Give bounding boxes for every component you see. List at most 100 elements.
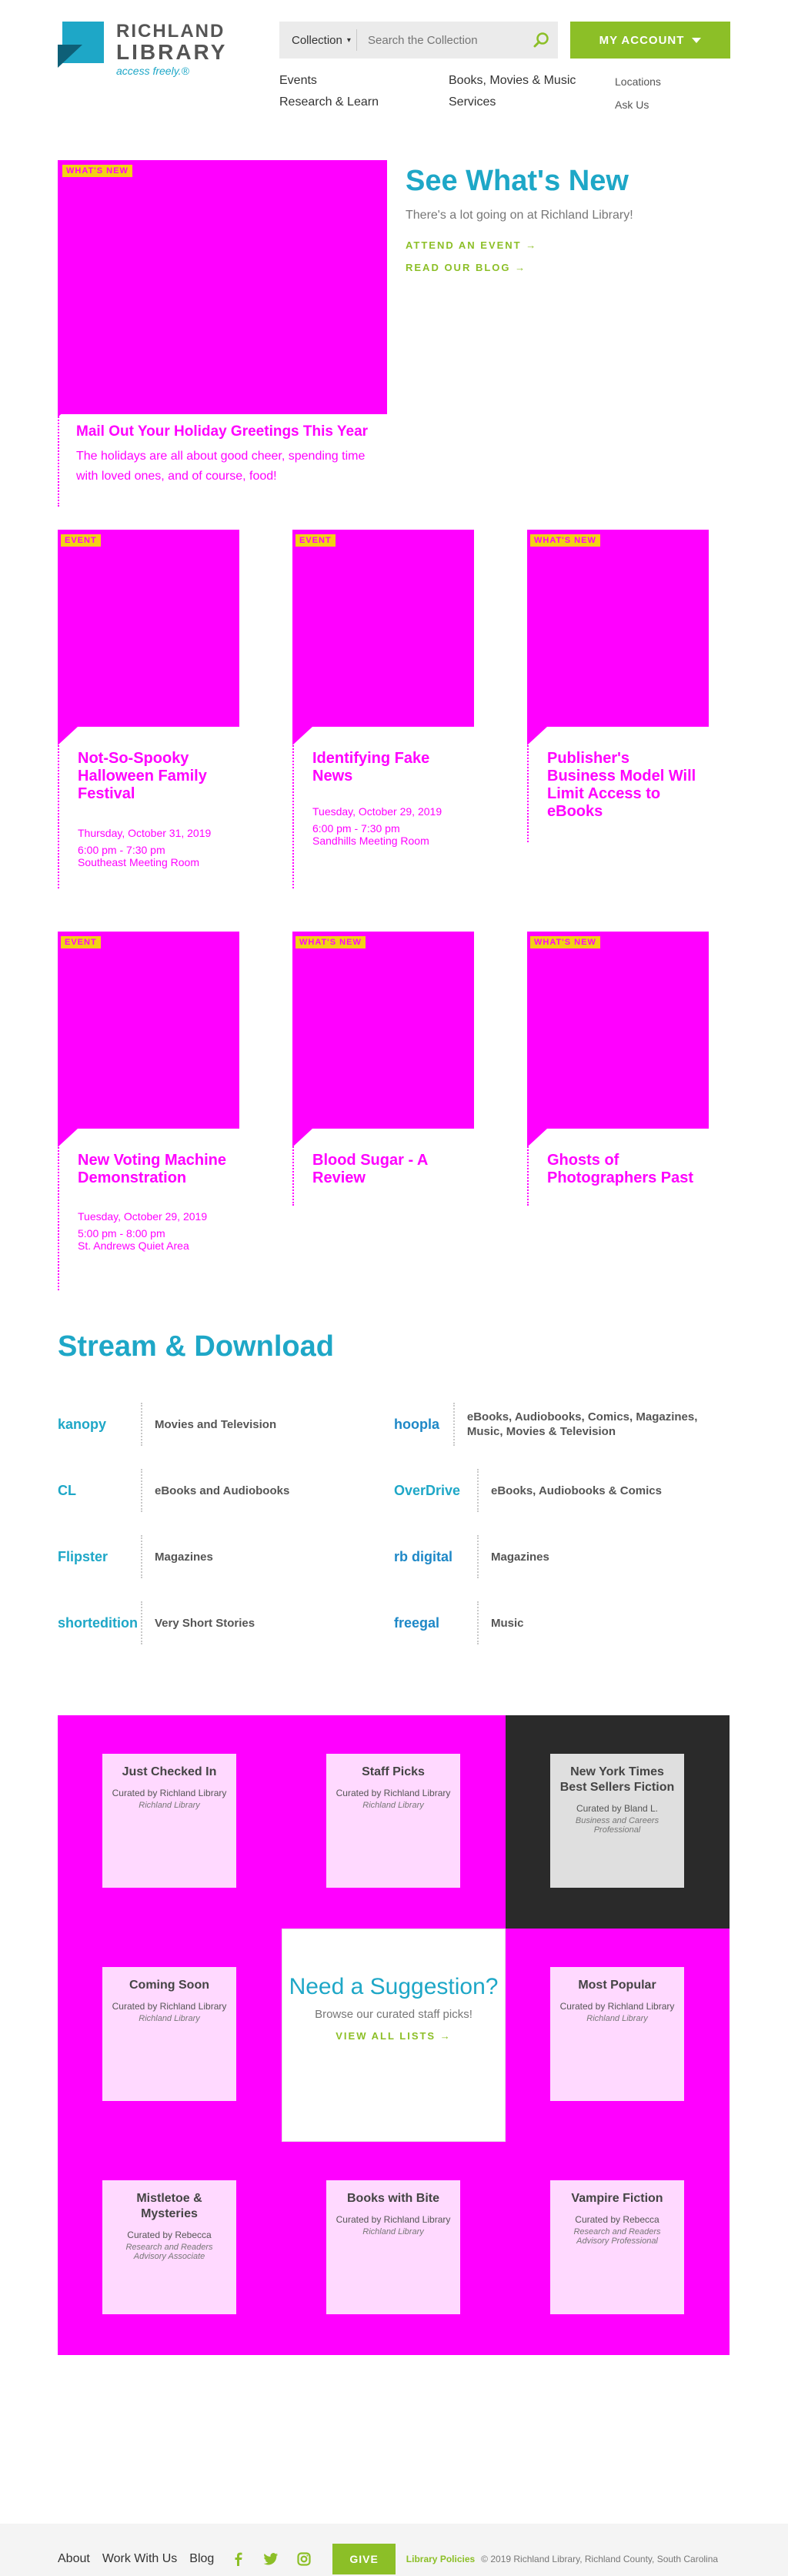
card-tag: EVENT — [61, 534, 101, 547]
chevron-down-icon: ▾ — [346, 35, 351, 45]
card-notch — [292, 1129, 312, 1147]
read-blog-link[interactable]: READ OUR BLOG → — [406, 262, 633, 273]
service-label: Movies and Television — [155, 1417, 277, 1431]
list-title: New York Times Best Sellers Fiction — [559, 1765, 675, 1794]
card-title[interactable]: New Voting Machine Demonstration — [78, 1152, 232, 1187]
instagram-icon[interactable] — [297, 2552, 311, 2566]
list-tile[interactable]: Coming Soon Curated by Richland Library Ri… — [58, 1929, 282, 2142]
news-card[interactable]: WHAT'S NEW Blood Sugar - A Review — [292, 932, 474, 1293]
card-title[interactable]: Ghosts of Photographers Past — [547, 1152, 701, 1187]
news-card[interactable]: EVENT Identifying Fake News Tuesday, Oct… — [292, 530, 474, 892]
nav-ask[interactable]: Ask Us — [615, 99, 649, 111]
card-meta: Tuesday, October 29, 2019 6:00 pm - 7:30… — [312, 805, 466, 847]
list-title: Mistletoe & Mysteries — [136, 2192, 202, 2220]
card-tag: WHAT'S NEW — [530, 936, 600, 948]
service-divider — [477, 1469, 479, 1512]
whats-new-heading: See What's New — [406, 165, 629, 197]
library-policies-link[interactable]: Library Policies — [406, 2554, 475, 2564]
card-divider — [58, 1129, 59, 1290]
card-tag: WHAT'S NEW — [530, 534, 600, 547]
nav-events[interactable]: Events — [279, 74, 317, 88]
news-card[interactable]: WHAT'S NEW Ghosts of Photographers Past — [527, 932, 709, 1293]
stream-service-2[interactable]: CL eBooks and Audiobooks — [58, 1467, 394, 1514]
list-tile[interactable]: Staff Picks Curated by Richland Library Ri… — [282, 1715, 506, 1929]
card-divider — [292, 727, 294, 888]
card-title[interactable]: Publisher's Business Model Will Limit Ac… — [547, 750, 701, 821]
card-image: EVENT — [58, 530, 239, 727]
news-card[interactable]: WHAT'S NEW Publisher's Business Model Wi… — [527, 530, 709, 892]
logo-tagline: access freely.® — [116, 65, 189, 77]
footer-about-link[interactable]: About — [58, 2552, 90, 2566]
service-logo: rb digital — [394, 1548, 452, 1564]
search-button[interactable] — [524, 31, 558, 49]
site-footer: About Work With Us Blog GIVE Library Pol… — [58, 2544, 730, 2574]
suggestion-text: Browse our curated staff picks! — [315, 2008, 472, 2021]
stream-service-4[interactable]: Flipster Magazines — [58, 1534, 394, 1580]
card-tag: WHAT'S NEW — [296, 936, 366, 948]
stream-service-1[interactable]: hoopla eBooks, Audiobooks, Comics, Magazi… — [394, 1401, 730, 1447]
list-role: Richland Library — [586, 2014, 648, 2023]
list-tile[interactable]: Most Popular Curated by Richland Library R… — [506, 1929, 730, 2142]
footer-blog-link[interactable]: Blog — [189, 2552, 214, 2566]
featured-image[interactable]: WHAT'S NEW — [58, 160, 387, 414]
card-date: Tuesday, October 29, 2019 — [312, 805, 442, 818]
search-bar: Collection ▾ — [279, 22, 558, 59]
site-logo[interactable]: RICHLAND LIBRARY access freely.® — [58, 22, 227, 77]
featured-title[interactable]: Mail Out Your Holiday Greetings This Yea… — [76, 423, 387, 440]
card-title[interactable]: Blood Sugar - A Review — [312, 1152, 466, 1187]
list-title: Staff Picks — [362, 1765, 425, 1778]
list-role: Richland Library — [362, 1801, 424, 1810]
card-image: EVENT — [58, 932, 239, 1129]
list-role: Research and Readers Advisory Associate — [125, 2243, 213, 2261]
news-card[interactable]: EVENT New Voting Machine Demonstration T… — [58, 932, 239, 1293]
search-input[interactable] — [357, 22, 524, 59]
stream-service-5[interactable]: rb digital Magazines — [394, 1534, 730, 1580]
service-label: Magazines — [491, 1550, 549, 1564]
curated-lists: Just Checked In Curated by Richland Libra… — [58, 1715, 730, 2356]
stream-service-3[interactable]: OverDrive eBooks, Audiobooks & Comics — [394, 1467, 730, 1514]
card-image: WHAT'S NEW — [527, 932, 709, 1129]
nav-locations[interactable]: Locations — [615, 75, 661, 88]
list-tile[interactable]: Books with Bite Curated by Richland Libra… — [282, 2142, 506, 2355]
list-tile[interactable]: Mistletoe & Mysteries Curated by Rebecca R… — [58, 2142, 282, 2355]
service-logo: OverDrive — [394, 1482, 461, 1498]
card-place: Southeast Meeting Room — [78, 856, 199, 868]
stream-download-section: Stream & Download kanopy Movies and Telev… — [58, 1330, 730, 1715]
service-logo: CL — [58, 1482, 76, 1498]
card-title[interactable]: Identifying Fake News — [312, 750, 466, 785]
stream-service-7[interactable]: freegal Music — [394, 1600, 730, 1646]
search-scope-select[interactable]: Collection ▾ — [279, 34, 356, 47]
facebook-icon[interactable] — [232, 2552, 245, 2566]
card-image: WHAT'S NEW — [292, 932, 474, 1129]
footer-work-link[interactable]: Work With Us — [102, 2552, 177, 2566]
card-time: 6:00 pm - 7:30 pm — [312, 822, 400, 835]
stream-service-6[interactable]: shortedition Very Short Stories — [58, 1600, 394, 1646]
search-icon — [533, 32, 549, 48]
news-cards: EVENT Not-So-Spooky Halloween Family Fes… — [58, 530, 730, 1330]
give-button[interactable]: GIVE — [332, 2544, 396, 2574]
attend-event-link[interactable]: ATTEND AN EVENT → — [406, 239, 633, 251]
service-logo: kanopy — [58, 1416, 107, 1432]
list-tile[interactable]: New York Times Best Sellers Fiction Curat… — [506, 1715, 730, 1929]
list-title: Books with Bite — [346, 2192, 439, 2205]
nav-research[interactable]: Research & Learn — [279, 95, 379, 109]
stream-service-0[interactable]: kanopy Movies and Television — [58, 1401, 394, 1447]
featured-divider — [58, 414, 59, 507]
suggestion-tile: Need a Suggestion? Browse our curated st… — [282, 1929, 506, 2142]
featured-tag: WHAT'S NEW — [62, 165, 132, 177]
list-tile[interactable]: Just Checked In Curated by Richland Libra… — [58, 1715, 282, 1929]
nav-services[interactable]: Services — [449, 95, 496, 109]
card-title[interactable]: Not-So-Spooky Halloween Family Festival — [78, 750, 232, 803]
news-card[interactable]: EVENT Not-So-Spooky Halloween Family Fes… — [58, 530, 239, 892]
service-divider — [141, 1469, 142, 1512]
twitter-icon[interactable] — [263, 2552, 279, 2566]
view-all-lists-link[interactable]: VIEW ALL LISTS → — [282, 2030, 505, 2042]
logo-line2: LIBRARY — [116, 40, 228, 64]
logo-line1: RICHLAND — [116, 21, 225, 42]
my-account-button[interactable]: MY ACCOUNT — [570, 22, 730, 59]
list-tile[interactable]: Vampire Fiction Curated by Rebecca Researc… — [506, 2142, 730, 2355]
list-curator: Curated by Rebecca — [575, 2214, 659, 2225]
whats-new-panel: See What's New There's a lot going on at… — [406, 165, 633, 273]
list-title: Just Checked In — [122, 1765, 217, 1778]
nav-books[interactable]: Books, Movies & Music — [449, 74, 576, 88]
